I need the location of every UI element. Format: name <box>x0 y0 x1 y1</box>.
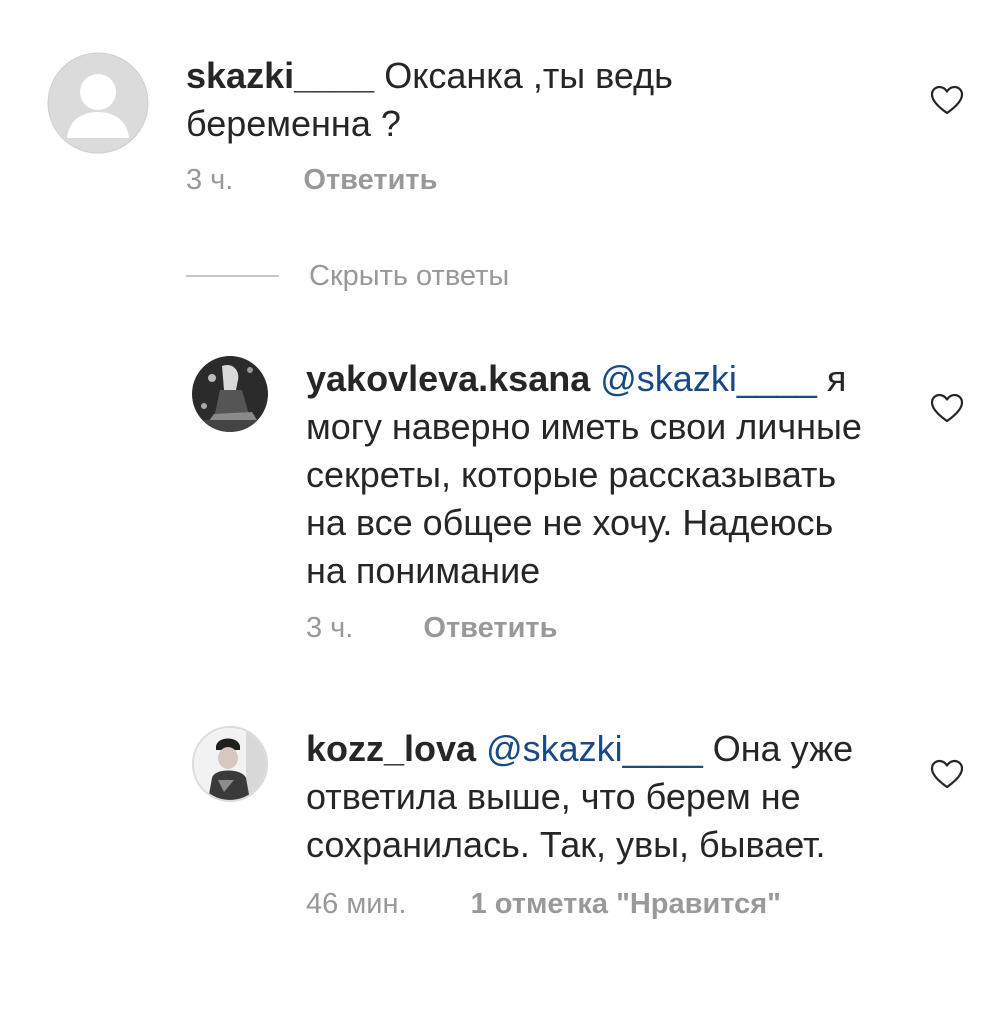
hide-replies-label: Скрыть ответы <box>309 259 510 292</box>
reply-button[interactable]: Ответить <box>303 163 437 197</box>
heart-icon[interactable] <box>929 84 965 116</box>
comment-time: 3 ч. <box>306 612 354 644</box>
comment-body: kozz_lova @skazki____ Она уже ответила в… <box>306 725 896 869</box>
comment-username[interactable]: yakovleva.ksana <box>306 358 590 399</box>
hide-replies-button[interactable]: Скрыть ответы <box>186 256 509 296</box>
comment-body: yakovleva.ksana @skazki____ я могу навер… <box>306 355 866 595</box>
user-photo-avatar <box>194 728 266 800</box>
heart-icon[interactable] <box>929 392 965 424</box>
comment-meta: 3 ч. Ответить <box>186 163 437 197</box>
mention-link[interactable]: @skazki____ <box>486 728 703 769</box>
comment-meta: 3 ч. Ответить <box>306 611 557 645</box>
mention-link[interactable]: @skazki____ <box>600 358 817 399</box>
avatar[interactable] <box>192 356 268 432</box>
heart-icon[interactable] <box>929 758 965 790</box>
comment-username[interactable]: kozz_lova <box>306 728 476 769</box>
user-photo-avatar <box>192 356 268 432</box>
avatar[interactable] <box>47 52 149 154</box>
comment-meta: 46 мин. 1 отметка "Нравится" <box>306 887 781 921</box>
likes-count-link[interactable]: 1 отметка "Нравится" <box>471 887 781 921</box>
reply-button[interactable]: Ответить <box>423 611 557 645</box>
avatar[interactable] <box>192 726 268 802</box>
default-avatar-icon <box>47 52 149 154</box>
comment-time: 3 ч. <box>186 164 234 196</box>
comment-username[interactable]: skazki____ <box>186 55 374 96</box>
divider-line <box>186 275 279 277</box>
comment-time: 46 мин. <box>306 888 407 920</box>
comment-body: skazki____ Оксанка ,ты ведь беременна ? <box>186 52 746 148</box>
